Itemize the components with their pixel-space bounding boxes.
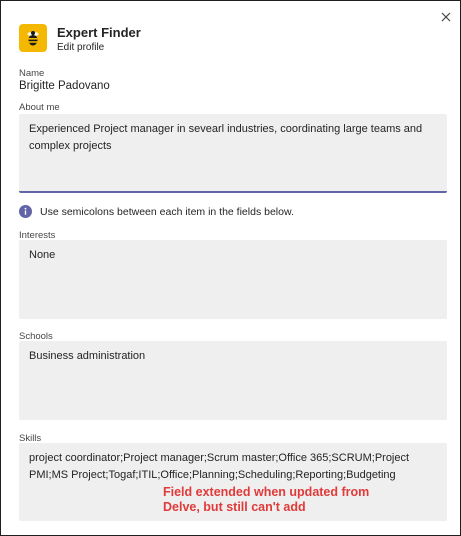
annotation-line-1: Field extended when updated from [163, 485, 370, 499]
dialog: Expert Finder Edit profile Name Brigitte… [0, 0, 461, 536]
info-text: Use semicolons between each item in the … [40, 206, 294, 218]
name-label: Name [19, 68, 45, 79]
schools-textarea[interactable]: Business administration [19, 341, 447, 420]
info-icon [19, 205, 32, 218]
about-me-textarea[interactable]: Experienced Project manager in sevearl i… [19, 114, 447, 193]
bee-icon [19, 24, 47, 52]
interests-textarea[interactable]: None [19, 240, 447, 319]
about-label: About me [19, 102, 60, 113]
annotation-note: Field extended when updated from Delve, … [163, 485, 423, 515]
annotation-line-2: Delve, but still can't add [163, 500, 306, 514]
close-icon[interactable] [439, 10, 453, 24]
name-value: Brigitte Padovano [19, 80, 110, 92]
app-title: Expert Finder [57, 25, 141, 40]
app-subtitle: Edit profile [57, 42, 105, 53]
